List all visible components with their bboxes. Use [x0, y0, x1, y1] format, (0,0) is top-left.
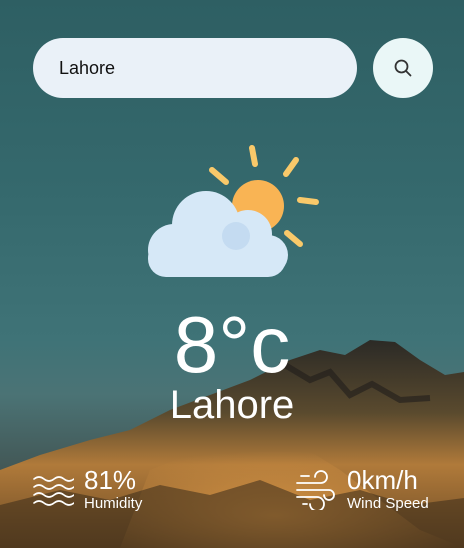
- temperature: 8°c: [173, 300, 291, 389]
- humidity-detail: 81% Humidity: [32, 465, 142, 513]
- humidity-label: Humidity: [84, 495, 143, 512]
- wind-label: Wind Speed: [347, 495, 429, 512]
- city-name: Lahore: [169, 383, 295, 427]
- partly-cloudy-icon: [148, 145, 319, 277]
- humidity-waves-icon: [32, 469, 74, 509]
- search-input[interactable]: [57, 56, 341, 80]
- search-button[interactable]: [373, 38, 433, 98]
- weather-card: 8°c Lahore 81% Humidity: [0, 0, 464, 548]
- wind-value: 0km/h: [347, 465, 418, 495]
- search-bar[interactable]: [33, 38, 357, 98]
- humidity-value: 81%: [84, 465, 137, 495]
- search-icon: [394, 59, 412, 77]
- wind-icon: [295, 468, 337, 510]
- wind-detail: 0km/h Wind Speed: [295, 465, 429, 513]
